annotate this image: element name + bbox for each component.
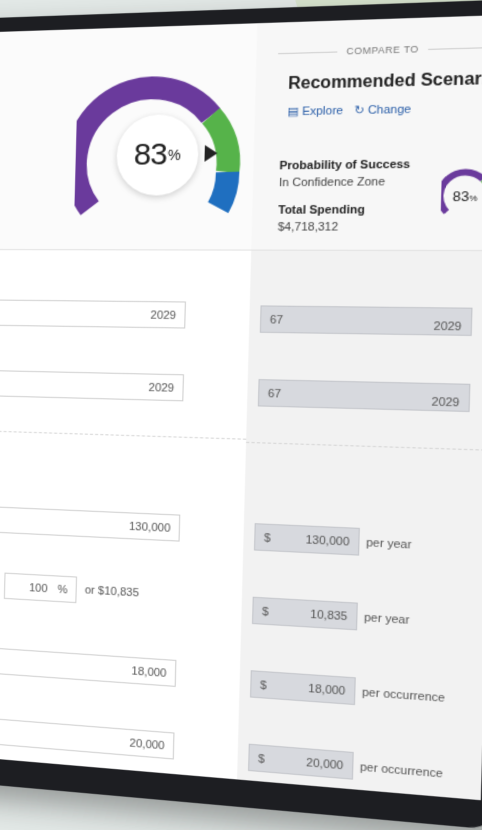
gauge-pointer-icon xyxy=(204,144,218,162)
field-age: 67 xyxy=(269,313,284,327)
occurrence-expense-field-1[interactable]: 18,000 xyxy=(0,643,177,687)
mini-gauge-value: 83% xyxy=(452,187,478,205)
scenario-title: Recommended Scenario xyxy=(287,69,482,94)
frequency-label: per year xyxy=(365,536,412,552)
currency-symbol: $ xyxy=(263,532,271,545)
compare-spouse-retirement-age-field: 67 2029 xyxy=(257,379,471,413)
refresh-icon: ↻ xyxy=(354,104,365,118)
compare-occurrence-expense-field-1: $ 18,000 xyxy=(250,670,356,706)
gauge-unit: % xyxy=(167,146,181,164)
field-value: 20,000 xyxy=(129,737,165,753)
occurrence-expense-field-2[interactable]: 20,000 xyxy=(0,713,175,760)
percent-field[interactable]: 100 % xyxy=(3,572,78,604)
field-percent: 100 xyxy=(29,582,48,596)
annual-spending-field[interactable]: 130,000 xyxy=(0,503,181,542)
explore-label: Explore xyxy=(301,104,344,118)
probability-value: In Confidence Zone xyxy=(278,175,386,190)
probability-label: Probability of Success xyxy=(279,158,411,173)
app-screen: 83% 7 2029 2029 130,000 100 % or $10,835 xyxy=(0,15,482,801)
field-year: 2029 xyxy=(431,395,460,410)
frequency-label: per year xyxy=(363,611,410,628)
field-value: 130,000 xyxy=(128,520,171,535)
current-scenario-header: 83% xyxy=(0,23,257,250)
compare-to-row: COMPARE TO xyxy=(278,42,482,59)
field-year: 2029 xyxy=(148,381,175,395)
section-divider xyxy=(246,441,482,451)
currency-symbol: $ xyxy=(259,679,267,693)
spending-label: Total Spending xyxy=(278,203,365,217)
change-link[interactable]: ↻ Change xyxy=(354,102,412,118)
compare-occurrence-expense-field-2: $ 20,000 xyxy=(248,743,354,780)
frequency-label: per occurrence xyxy=(359,761,443,781)
compare-annual-amount-field: $ 10,835 xyxy=(251,596,358,631)
compare-panel: COMPARE TO Recommended Scenario ▤ Explor… xyxy=(237,15,482,801)
compare-annual-spending-field: $ 130,000 xyxy=(253,523,360,556)
field-value: 18,000 xyxy=(308,682,346,698)
section-divider xyxy=(0,428,247,440)
spouse-retirement-age-field[interactable]: 2029 xyxy=(0,369,184,402)
retirement-age-field[interactable]: 7 2029 xyxy=(0,298,186,329)
document-icon: ▤ xyxy=(287,105,299,119)
currency-symbol: $ xyxy=(257,752,265,766)
field-value: 10,835 xyxy=(310,608,348,624)
current-scenario-panel: 83% 7 2029 2029 130,000 100 % or $10,835 xyxy=(0,23,257,780)
field-value: 20,000 xyxy=(306,756,344,773)
gauge-value: 83 xyxy=(133,137,168,172)
change-label: Change xyxy=(367,102,412,117)
tablet-device: 83% 7 2029 2029 130,000 100 % or $10,835 xyxy=(0,0,482,830)
field-age: 67 xyxy=(267,387,282,401)
field-year: 2029 xyxy=(433,320,462,334)
frequency-label: per occurrence xyxy=(361,686,446,706)
divider-line xyxy=(427,46,482,50)
field-year: 2029 xyxy=(150,309,177,323)
scenario-actions: ▤ Explore ↻ Change xyxy=(287,102,412,119)
explore-link[interactable]: ▤ Explore xyxy=(287,104,344,119)
divider-line xyxy=(278,50,338,54)
probability-gauge: 83% xyxy=(74,60,246,228)
mini-probability-gauge: 83% xyxy=(441,166,482,219)
field-value: 130,000 xyxy=(305,533,350,549)
compare-retirement-age-field: 67 2029 xyxy=(259,305,473,336)
field-value: 18,000 xyxy=(131,665,167,681)
currency-symbol: $ xyxy=(261,605,269,619)
spending-value: $4,718,312 xyxy=(277,220,339,234)
percent-note: or $10,835 xyxy=(84,584,140,600)
compare-header: COMPARE TO Recommended Scenario ▤ Explor… xyxy=(251,15,482,252)
field-percent-unit: % xyxy=(57,583,68,597)
compare-to-label: COMPARE TO xyxy=(346,43,419,57)
